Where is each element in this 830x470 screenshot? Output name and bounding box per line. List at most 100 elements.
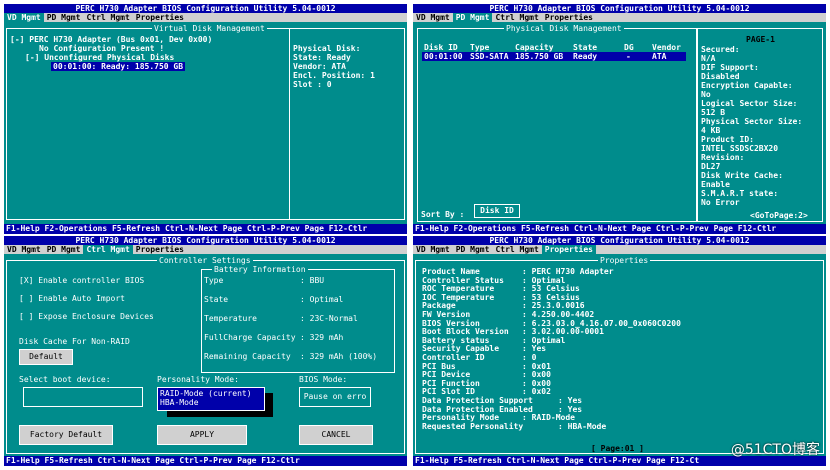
battery-frame-title: Battery Information [212,265,308,274]
tree-no-config: No Configuration Present ! [39,44,165,53]
ctrl-mgmt-panel: PERC H730 Adapter BIOS Configuration Uti… [4,236,407,466]
disk-property-line: Disk Write Cache: [701,171,783,180]
disk-property-line: S.M.A.R.T state: [701,189,779,198]
tab-vd-mgmt[interactable]: VD Mgmt [4,13,44,22]
boot-device-label: Select boot device: [19,375,111,384]
app-title: PERC H730 Adapter BIOS Configuration Uti… [4,4,407,13]
disk-property-line: No [701,90,711,99]
battery-remaining-label: Remaining Capacity [204,352,291,361]
col-disk-id: Disk ID [424,43,458,52]
vd-frame: Virtual Disk Management [-] PERC H730 Ad… [6,24,405,220]
col-type: Type [470,43,490,52]
tab-pd-mgmt[interactable]: PD Mgmt [44,13,84,22]
app-title: PERC H730 Adapter BIOS Configuration Uti… [4,236,407,245]
cell-capacity: 185.750 GB [515,52,564,61]
apply-button[interactable]: APPLY [157,425,247,445]
goto-page-link[interactable]: <GoToPage:2> [750,211,808,220]
factory-default-button[interactable]: Factory Default [19,425,113,445]
ctrl-frame: Controller Settings [X] Enable controlle… [6,256,405,454]
vd-info-slot: Slot : 0 [293,80,332,89]
tab-vd-mgmt[interactable]: VD Mgmt [413,13,453,22]
checkbox-auto-import[interactable]: [ ] Enable Auto Import [19,294,125,303]
boot-device-select[interactable] [23,387,143,407]
checkbox-enable-bios[interactable]: [X] Enable controller BIOS [19,276,144,285]
ctrl-frame-title: Controller Settings [157,256,253,265]
disk-property-line: Enable [701,180,730,189]
battery-type-value: : BBU [300,276,325,285]
tab-ctrl-mgmt[interactable]: Ctrl Mgmt [83,245,133,254]
battery-temp-value: : 23C-Normal [300,314,358,323]
tree-adapter[interactable]: [-] PERC H730 Adapter (Bus 0x01, Dev 0x0… [10,35,212,44]
col-state: State [573,43,598,52]
cell-state: Ready [573,52,598,61]
tree-unconfigured-disks[interactable]: [-] Unconfigured Physical Disks [25,53,174,62]
menu-bar: VD Mgmt PD Mgmt Ctrl Mgmt Properties [413,13,826,22]
tab-vd-mgmt[interactable]: VD Mgmt [413,245,453,254]
menu-bar: VD Mgmt PD Mgmt Ctrl Mgmt Properties [413,245,826,254]
menu-bar: VD Mgmt PD Mgmt Ctrl Mgmt Properties [4,13,407,22]
disk-property-line: No Error [701,198,740,207]
tab-ctrl-mgmt[interactable]: Ctrl Mgmt [492,245,541,254]
tab-ctrl-mgmt[interactable]: Ctrl Mgmt [492,13,541,22]
status-bar: F1-Help F2-Operations F5-Refresh Ctrl-N-… [4,224,407,234]
tab-ctrl-mgmt[interactable]: Ctrl Mgmt [83,13,132,22]
tab-vd-mgmt[interactable]: VD Mgmt [4,245,44,254]
disk-cache-label: Disk Cache For Non-RAID [19,337,130,346]
properties-frame: Properties Product Name: PERC H730 Adapt… [415,256,824,454]
pd-frame-title: Physical Disk Management [504,24,624,33]
vd-info-state: State: Ready [293,53,351,62]
personality-option-raid[interactable]: RAID-Mode (current) [160,389,252,398]
disk-property-line: Disabled [701,72,740,81]
pd-frame: Physical Disk Management Disk ID Type Ca… [417,24,697,222]
tab-properties[interactable]: Properties [133,13,187,22]
bios-mode-select[interactable]: Pause on erro [299,387,371,407]
tree-disk-item[interactable]: 00:01:00: Ready: 185.750 GB [51,62,186,71]
cell-dg: - [626,52,631,61]
disk-property-line: Encryption Capable: [701,81,793,90]
cell-type: SSD-SATA [470,52,509,61]
battery-state-label: State [204,295,229,304]
property-label: Requested Personality [422,421,524,431]
personality-option-hba[interactable]: HBA-Mode [160,398,199,407]
pd-props-frame: PAGE-1 Secured: N/A DIF Support: Disabled En… [697,28,823,222]
cell-vendor: ATA [652,52,667,61]
personality-dropdown[interactable]: RAID-Mode (current) HBA-Mode [157,387,265,411]
disk-property-line: Revision: [701,153,745,162]
battery-temp-label: Temperature [204,314,257,323]
personality-mode-label: Personality Mode: [157,375,239,384]
app-title: PERC H730 Adapter BIOS Configuration Uti… [413,4,826,13]
disk-property-line: DL27 [701,162,721,171]
vd-info-vendor: Vendor: ATA [293,62,346,71]
status-bar: F1-Help F5-Refresh Ctrl-N-Next Page Ctrl… [4,456,407,466]
disk-property-line: DIF Support: [701,63,759,72]
properties-frame-title: Properties [598,256,651,265]
properties-panel: PERC H730 Adapter BIOS Configuration Uti… [413,236,826,466]
tab-properties[interactable]: Properties [542,13,596,22]
property-value: : HBA-Mode [558,421,607,431]
col-dg: DG [624,43,634,52]
tab-pd-mgmt[interactable]: PD Mgmt [453,245,493,254]
battery-fullcharge-value: : 329 mAh [300,333,344,342]
tab-pd-mgmt[interactable]: PD Mgmt [452,13,493,22]
disk-cache-default-button[interactable]: Default [19,349,73,365]
battery-fullcharge-label: FullCharge Capacity [204,333,296,342]
cancel-button[interactable]: CANCEL [299,425,373,445]
disk-property-line: Logical Sector Size: [701,99,798,108]
sort-label: Sort By : [421,210,465,219]
tab-properties[interactable]: Properties [541,245,596,254]
battery-state-value: : Optimal [300,295,344,304]
checkbox-expose-enclosure[interactable]: [ ] Expose Enclosure Devices [19,312,154,321]
disk-property-line: Physical Sector Size: [701,117,803,126]
tab-properties[interactable]: Properties [133,245,187,254]
sort-by-button[interactable]: Disk ID [474,204,520,218]
page-indicator: PAGE-1 [746,35,775,44]
col-capacity: Capacity [515,43,554,52]
properties-page-indicator: [ Page:01 ] [591,444,644,453]
disk-property-line: 4 KB [701,126,721,135]
menu-bar: VD Mgmt PD Mgmt Ctrl Mgmt Properties [4,245,407,254]
vd-frame-title: Virtual Disk Management [152,24,267,33]
battery-frame: Battery Information Type : BBU State : O… [201,265,395,373]
status-bar: F1-Help F2-Operations F5-Refresh Ctrl-N-… [413,224,826,234]
tab-pd-mgmt[interactable]: PD Mgmt [44,245,84,254]
vd-info-divider [289,29,290,219]
